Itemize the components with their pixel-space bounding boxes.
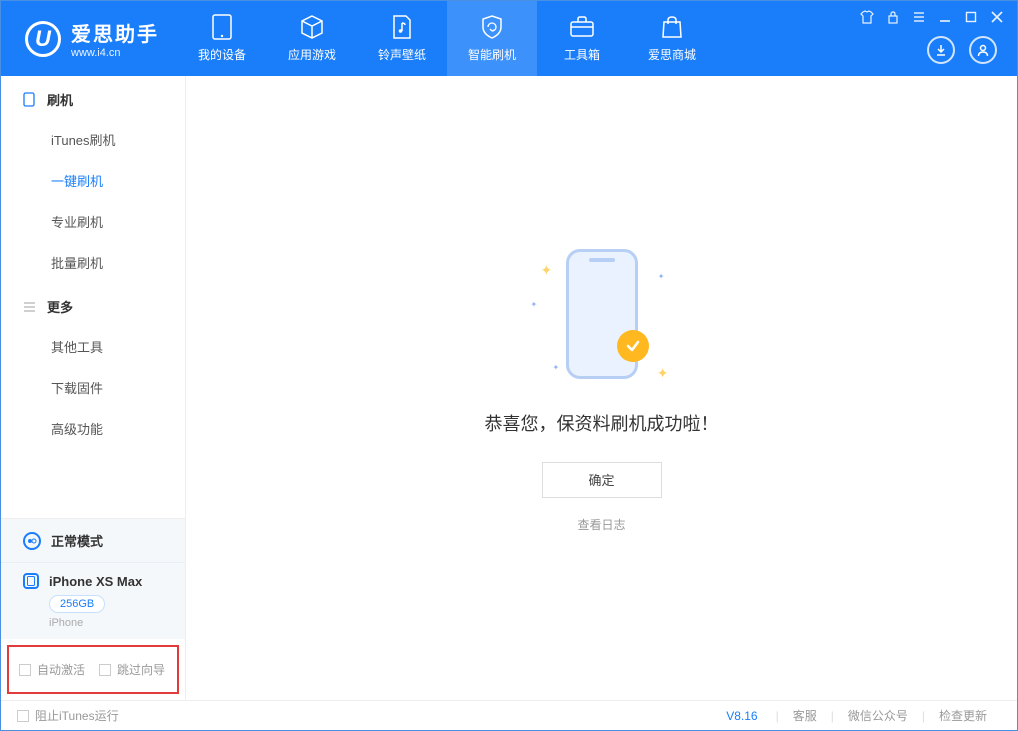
body-area: 刷机 iTunes刷机 一键刷机 专业刷机 批量刷机 更多 其他工具 下载固件 … — [1, 76, 1017, 700]
check-badge-icon — [617, 330, 649, 362]
checkbox-label: 自动激活 — [37, 661, 85, 678]
lock-icon[interactable] — [885, 9, 901, 25]
device-type: iPhone — [49, 617, 185, 629]
nav-tab-toolbox[interactable]: 工具箱 — [537, 1, 627, 76]
header-bar: U 爱思助手 www.i4.cn 我的设备 应用游戏 铃声壁纸 智能刷机 工具箱 — [1, 1, 1017, 76]
section-label: 刷机 — [47, 90, 73, 109]
window-controls — [859, 9, 1005, 25]
sidebar-item-download-firmware[interactable]: 下载固件 — [1, 367, 185, 408]
sidebar-item-batch-flash[interactable]: 批量刷机 — [1, 242, 185, 283]
checkbox-icon — [19, 664, 31, 676]
mode-label: 正常模式 — [51, 531, 103, 550]
nav-label: 工具箱 — [564, 46, 600, 63]
checkbox-icon — [99, 664, 111, 676]
shield-refresh-icon — [479, 14, 505, 40]
version-label: V8.16 — [726, 709, 757, 723]
nav-tabs: 我的设备 应用游戏 铃声壁纸 智能刷机 工具箱 爱思商城 — [177, 1, 717, 76]
checkbox-label: 阻止iTunes运行 — [35, 707, 119, 724]
view-log-link[interactable]: 查看日志 — [577, 516, 625, 533]
sidebar-item-other-tools[interactable]: 其他工具 — [1, 326, 185, 367]
sidebar-item-onekey-flash[interactable]: 一键刷机 — [1, 160, 185, 201]
footer-link-support[interactable]: 客服 — [779, 707, 831, 724]
sidebar-item-advanced[interactable]: 高级功能 — [1, 408, 185, 449]
shopping-bag-icon — [659, 14, 685, 40]
mode-icon — [23, 532, 41, 550]
list-icon — [23, 300, 37, 314]
menu-icon[interactable] — [911, 9, 927, 25]
nav-label: 智能刷机 — [468, 46, 516, 63]
logo-area: U 爱思助手 www.i4.cn — [1, 1, 177, 76]
minimize-icon[interactable] — [937, 9, 953, 25]
success-message: 恭喜您，保资料刷机成功啦！ — [485, 410, 719, 436]
user-icon[interactable] — [969, 36, 997, 64]
footer-link-wechat[interactable]: 微信公众号 — [834, 707, 922, 724]
logo-icon: U — [25, 21, 61, 57]
sparkle-icon: ✦ — [541, 262, 553, 279]
nav-tab-my-device[interactable]: 我的设备 — [177, 1, 267, 76]
nav-tab-store[interactable]: 爱思商城 — [627, 1, 717, 76]
maximize-icon[interactable] — [963, 9, 979, 25]
app-subtitle: www.i4.cn — [71, 47, 159, 59]
nav-label: 爱思商城 — [648, 46, 696, 63]
device-icon — [209, 14, 235, 40]
sidebar: 刷机 iTunes刷机 一键刷机 专业刷机 批量刷机 更多 其他工具 下载固件 … — [1, 76, 186, 700]
nav-tab-apps-games[interactable]: 应用游戏 — [267, 1, 357, 76]
footer-right: V8.16 | 客服 | 微信公众号 | 检查更新 — [726, 707, 1001, 724]
success-illustration: ✦ ✦ ✦ ✦ ✦ — [527, 244, 677, 384]
cube-icon — [299, 14, 325, 40]
nav-label: 应用游戏 — [288, 46, 336, 63]
device-small-icon — [23, 573, 39, 589]
checkbox-block-itunes[interactable]: 阻止iTunes运行 — [17, 707, 119, 724]
section-label: 更多 — [47, 297, 73, 316]
device-box[interactable]: iPhone XS Max 256GB iPhone — [1, 562, 185, 639]
main-content: ✦ ✦ ✦ ✦ ✦ 恭喜您，保资料刷机成功啦！ 确定 查看日志 — [186, 76, 1017, 700]
nav-label: 铃声壁纸 — [378, 46, 426, 63]
nav-tab-ringtones[interactable]: 铃声壁纸 — [357, 1, 447, 76]
toolbox-icon — [569, 14, 595, 40]
sidebar-item-pro-flash[interactable]: 专业刷机 — [1, 201, 185, 242]
music-file-icon — [389, 14, 415, 40]
nav-tab-smart-flash[interactable]: 智能刷机 — [447, 1, 537, 76]
nav-label: 我的设备 — [198, 46, 246, 63]
close-icon[interactable] — [989, 9, 1005, 25]
mode-box[interactable]: 正常模式 — [1, 518, 185, 562]
footer-bar: 阻止iTunes运行 V8.16 | 客服 | 微信公众号 | 检查更新 — [1, 700, 1017, 730]
sidebar-item-itunes-flash[interactable]: iTunes刷机 — [1, 119, 185, 160]
app-title: 爱思助手 — [71, 18, 159, 47]
tshirt-icon[interactable] — [859, 9, 875, 25]
logo-text: 爱思助手 www.i4.cn — [71, 18, 159, 59]
sparkle-icon: ✦ — [553, 363, 560, 372]
download-icon[interactable] — [927, 36, 955, 64]
phone-small-icon — [23, 93, 37, 107]
checkbox-auto-activate[interactable]: 自动激活 — [19, 661, 85, 678]
section-flash-title: 刷机 — [1, 76, 185, 119]
device-capacity: 256GB — [49, 595, 105, 613]
sparkle-icon: ✦ — [657, 365, 669, 382]
section-more-title: 更多 — [1, 283, 185, 326]
device-name: iPhone XS Max — [49, 574, 142, 589]
checkbox-skip-guide[interactable]: 跳过向导 — [99, 661, 165, 678]
checkbox-label: 跳过向导 — [117, 661, 165, 678]
footer-link-update[interactable]: 检查更新 — [925, 707, 1001, 724]
checkbox-icon — [17, 710, 29, 722]
sparkle-icon: ✦ — [658, 272, 665, 281]
header-account-icons — [927, 36, 997, 64]
ok-button[interactable]: 确定 — [542, 462, 662, 498]
checkbox-row: 自动激活 跳过向导 — [7, 645, 179, 694]
sparkle-icon: ✦ — [531, 300, 538, 309]
